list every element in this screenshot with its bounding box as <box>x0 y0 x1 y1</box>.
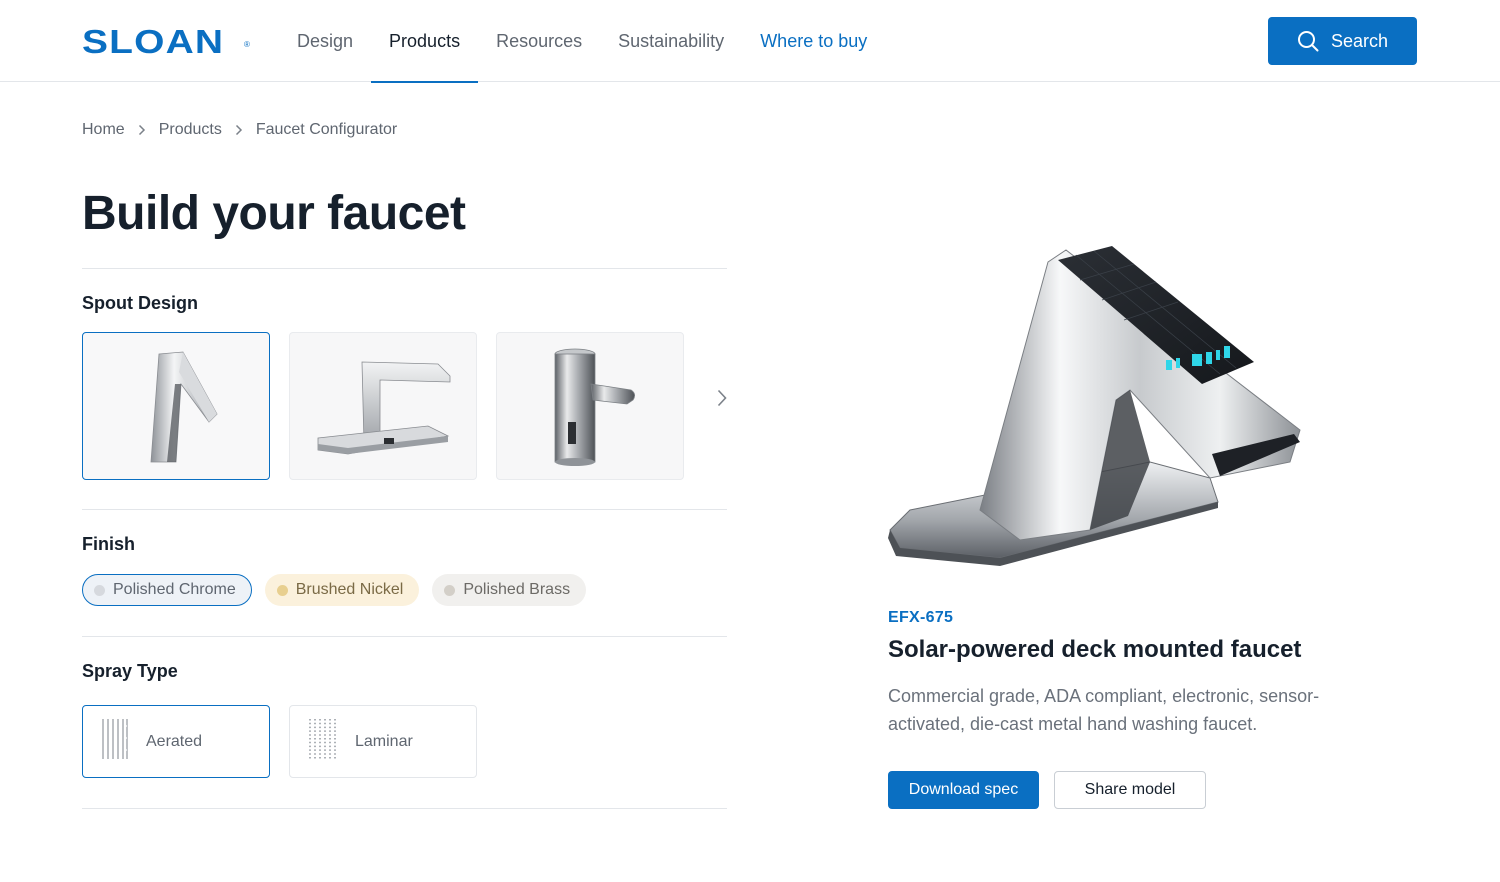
angled-spout-faucet-image <box>150 351 218 462</box>
finish-label: Polished Brass <box>463 581 571 598</box>
site-header: SLOAN ® Design Products Resources Sustai… <box>0 0 1500 83</box>
spray-options: Aerated Laminar <box>82 705 477 778</box>
finish-chip-brushed-nickel[interactable]: Brushed Nickel <box>264 574 420 606</box>
search-button[interactable]: Search <box>1268 17 1417 65</box>
divider <box>82 268 727 269</box>
spout-option-bridge[interactable] <box>289 332 477 480</box>
spout-option-angled[interactable] <box>82 332 270 480</box>
share-model-button[interactable]: Share model <box>1054 771 1206 809</box>
product-hero-image <box>880 240 1310 570</box>
finish-label: Brushed Nickel <box>295 581 404 598</box>
divider <box>82 808 727 809</box>
search-icon <box>1297 30 1319 52</box>
finish-heading: Finish <box>82 534 135 554</box>
product-model-code: EFX-675 <box>888 609 954 626</box>
main-nav: Design Products Resources Sustainability… <box>279 0 885 83</box>
swatch-dot <box>276 584 288 596</box>
spray-option-aerated[interactable]: Aerated <box>82 705 270 778</box>
product-description: Commercial grade, ADA compliant, electro… <box>888 686 1320 734</box>
chevron-right-icon <box>125 124 159 136</box>
nav-item-resources[interactable]: Resources <box>478 0 600 82</box>
logo-registered-mark: ® <box>244 40 250 49</box>
breadcrumb-products[interactable]: Products <box>159 121 222 139</box>
chevron-right-icon <box>222 124 256 136</box>
spout-option-cylindrical[interactable] <box>496 332 684 480</box>
nav-item-products[interactable]: Products <box>371 0 479 83</box>
chevron-right-icon[interactable] <box>712 388 732 408</box>
swatch-dot <box>94 584 105 596</box>
aerated-spray-icon <box>101 718 129 765</box>
breadcrumb: Home Products Faucet Configurator <box>82 121 397 139</box>
divider <box>82 636 727 637</box>
swatch-dot <box>444 584 456 596</box>
product-name: Solar-powered deck mounted faucet <box>888 636 1302 663</box>
divider <box>82 509 727 510</box>
nav-item-design[interactable]: Design <box>279 0 371 82</box>
finish-chip-polished-chrome[interactable]: Polished Chrome <box>82 574 252 606</box>
nav-item-sustainability[interactable]: Sustainability <box>600 0 742 82</box>
laminar-spray-icon <box>308 718 338 765</box>
finish-chip-polished-brass[interactable]: Polished Brass <box>432 574 587 606</box>
sloan-logo[interactable]: SLOAN <box>82 23 254 60</box>
spout-options <box>82 332 684 480</box>
breadcrumb-current: Faucet Configurator <box>255 121 398 138</box>
spray-label: Aerated <box>146 732 203 750</box>
logo-wordmark: SLOAN <box>82 23 225 60</box>
spray-type-heading: Spray Type <box>82 661 178 681</box>
cylindrical-spout-faucet-image <box>554 348 635 466</box>
spray-label: Laminar <box>355 732 413 750</box>
nav-item-where-to-buy[interactable]: Where to buy <box>742 0 885 82</box>
download-spec-button[interactable]: Download spec <box>888 771 1039 809</box>
search-button-label: Search <box>1330 30 1389 51</box>
spray-option-laminar[interactable]: Laminar <box>289 705 477 778</box>
spout-design-heading: Spout Design <box>82 293 198 313</box>
breadcrumb-home[interactable]: Home <box>82 121 125 139</box>
page-title: Build your faucet <box>82 187 466 240</box>
finish-options: Polished Chrome Brushed Nickel Polished … <box>82 574 587 606</box>
bridge-spout-faucet-image <box>317 361 451 455</box>
finish-label: Polished Chrome <box>113 581 236 598</box>
